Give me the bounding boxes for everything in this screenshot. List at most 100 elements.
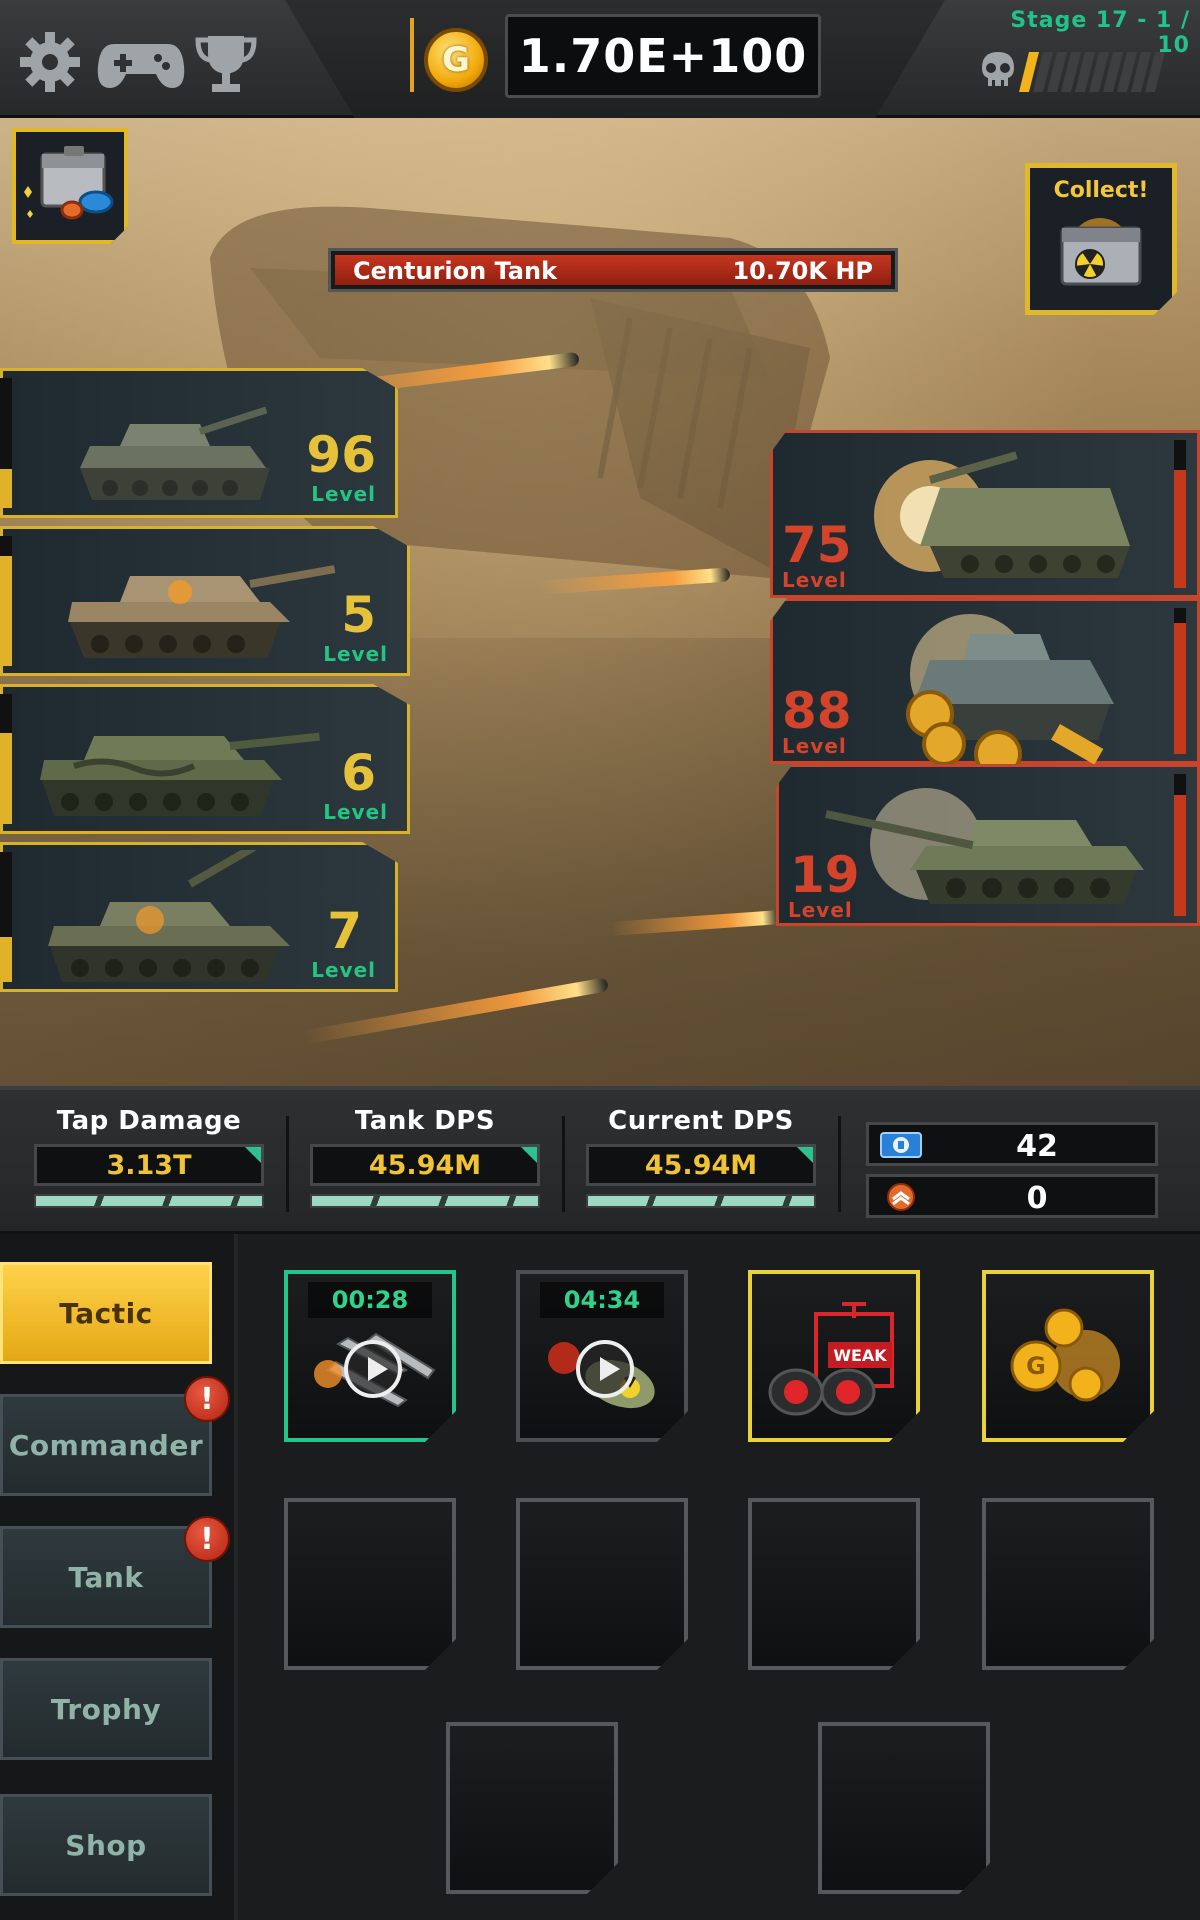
empty-tactic-slot <box>516 1498 688 1670</box>
skull-icon <box>976 48 1020 92</box>
enemy-tank-level: 19 <box>790 846 860 904</box>
player-tank-level-label: Level <box>323 800 388 824</box>
supply-chest-button[interactable] <box>12 128 128 244</box>
tank-dps-value: 45.94M <box>310 1144 540 1186</box>
tab-shop[interactable]: Shop <box>0 1794 212 1896</box>
gamepad-icon[interactable] <box>96 26 186 98</box>
sherman-tank-icon <box>80 406 270 500</box>
enemy-tank-gauge <box>1174 440 1186 588</box>
enemy-tank-gauge <box>1174 774 1186 916</box>
current-dps-label: Current DPS <box>608 1106 794 1136</box>
current-dps-value: 45.94M <box>586 1144 816 1186</box>
tactic-slot-nuke[interactable]: 04:34 <box>516 1270 688 1442</box>
tab-trophy[interactable]: Trophy <box>0 1658 212 1760</box>
stage-indicator: Stage 17 - 1 / 10 <box>1010 8 1190 58</box>
tap-damage-stat: Tap Damage 3.13T <box>34 1106 264 1208</box>
player-tank-level-label: Level <box>311 958 376 982</box>
player-tank-gauge-fill <box>0 936 12 982</box>
enemy-tank-gauge-fill <box>1174 795 1186 916</box>
stat-divider <box>286 1116 289 1212</box>
player-tank-card[interactable]: 7 Level <box>0 842 398 992</box>
tank-dps-label: Tank DPS <box>354 1106 496 1136</box>
empty-tactic-slot <box>818 1722 990 1894</box>
tactic-slot-weak-spot[interactable]: WEAK <box>748 1270 920 1442</box>
player-tank-gauge-fill <box>0 555 12 666</box>
current-dps-stat: Current DPS 45.94M <box>586 1106 816 1208</box>
empty-tactic-slot <box>982 1498 1154 1670</box>
coin-letter: G <box>442 40 470 80</box>
player-tank-gauge-fill <box>0 733 12 824</box>
player-tank-gauge <box>0 852 12 982</box>
gold-coins-icon: G <box>1010 1308 1120 1402</box>
enemy-tank-card[interactable]: 88 Level <box>770 598 1200 764</box>
ticket-resource: 42 <box>866 1122 1158 1166</box>
enemy-tank-level-label: Level <box>782 734 847 758</box>
player-tank-level: 6 <box>341 744 376 802</box>
ticket-count: 42 <box>1016 1129 1058 1164</box>
gold-coin-icon: G <box>424 28 488 92</box>
player-tank-gauge-fill <box>0 469 12 508</box>
wave-progress-bar <box>1019 52 1176 92</box>
weak-badge: WEAK <box>833 1346 887 1365</box>
player-tank-level-label: Level <box>323 642 388 666</box>
tap-damage-label: Tap Damage <box>56 1106 242 1136</box>
enemy-tank-gauge-fill <box>1174 469 1186 588</box>
nuke-cooldown-timer: 04:34 <box>540 1282 664 1318</box>
play-video-icon[interactable] <box>576 1340 634 1398</box>
player-tank-level: 96 <box>306 426 376 484</box>
tab-tank[interactable]: Tank <box>0 1526 212 1628</box>
chest-icon <box>24 146 114 220</box>
empty-tactic-slot <box>284 1498 456 1670</box>
enemy-tank-card[interactable]: 75 Level <box>770 430 1200 598</box>
enemy-tank-level-label: Level <box>788 898 853 922</box>
tap-damage-value: 3.13T <box>34 1144 264 1186</box>
abrams-tank-icon <box>68 565 336 658</box>
stat-divider <box>838 1116 841 1212</box>
player-tank-card[interactable]: 96 Level <box>0 368 398 518</box>
player-tank-level-label: Level <box>311 482 376 506</box>
battlefield[interactable]: Collect! Centurion Tank 10.70K HP 96 Lev… <box>0 118 1200 1086</box>
empty-tactic-slot <box>446 1722 618 1894</box>
missile-cooldown-timer: 00:28 <box>308 1282 432 1318</box>
tank-dps-progress <box>310 1194 540 1208</box>
commander-alert-badge: ! <box>184 1376 230 1422</box>
tap-damage-progress <box>34 1194 264 1208</box>
stat-divider <box>562 1116 565 1212</box>
enemy-tank-level: 88 <box>782 682 852 740</box>
enemy-health-bar: Centurion Tank 10.70K HP <box>328 248 898 292</box>
leopard-tank-icon <box>40 732 320 816</box>
top-bar: G 1.70E+100 Stage 17 - 1 / 10 <box>0 0 1200 134</box>
tab-commander[interactable]: Commander <box>0 1394 212 1496</box>
enemy-tank-card[interactable]: 19 Level <box>776 764 1200 926</box>
enemy-tank-level-label: Level <box>782 568 847 592</box>
player-tank-card[interactable]: 5 Level <box>0 526 410 676</box>
nuclear-crate-icon <box>1060 218 1142 286</box>
stats-panel: Tap Damage 3.13T Tank DPS 45.94M Current… <box>0 1086 1200 1234</box>
player-tank-gauge <box>0 536 12 666</box>
t72-tank-icon <box>48 850 290 982</box>
enemy-name: Centurion Tank <box>353 257 558 285</box>
medal-resource: 0 <box>866 1174 1158 1218</box>
play-video-icon[interactable] <box>344 1340 402 1398</box>
trophy-icon[interactable] <box>190 26 262 98</box>
tank-alert-badge: ! <box>184 1516 230 1562</box>
orange-medal-icon <box>887 1183 915 1211</box>
player-tank-level: 7 <box>327 902 362 960</box>
tactic-slot-missile[interactable]: 00:28 <box>284 1270 456 1442</box>
tactic-slot-gold[interactable]: G <box>982 1270 1154 1442</box>
gold-amount: 1.70E+100 <box>505 14 821 98</box>
collect-reward-button[interactable]: Collect! <box>1025 163 1177 315</box>
enemy-tank-gauge <box>1174 608 1186 754</box>
player-tank-card[interactable]: 6 Level <box>0 684 410 834</box>
bottom-panel: Tactic Commander ! Tank ! Trophy Shop 00… <box>0 1234 1200 1920</box>
tab-tactic[interactable]: Tactic <box>0 1262 212 1364</box>
binoculars-icon: WEAK <box>768 1302 894 1416</box>
enemy-hp: 10.70K HP <box>732 257 873 285</box>
self-propelled-gun-icon <box>874 451 1130 578</box>
renault-tank-icon <box>906 614 1114 764</box>
gear-icon[interactable] <box>14 26 86 98</box>
tank-dps-stat: Tank DPS 45.94M <box>310 1106 540 1208</box>
blue-ticket-icon <box>880 1132 922 1158</box>
empty-tactic-slot <box>748 1498 920 1670</box>
coin-letter: G <box>1026 1352 1046 1380</box>
